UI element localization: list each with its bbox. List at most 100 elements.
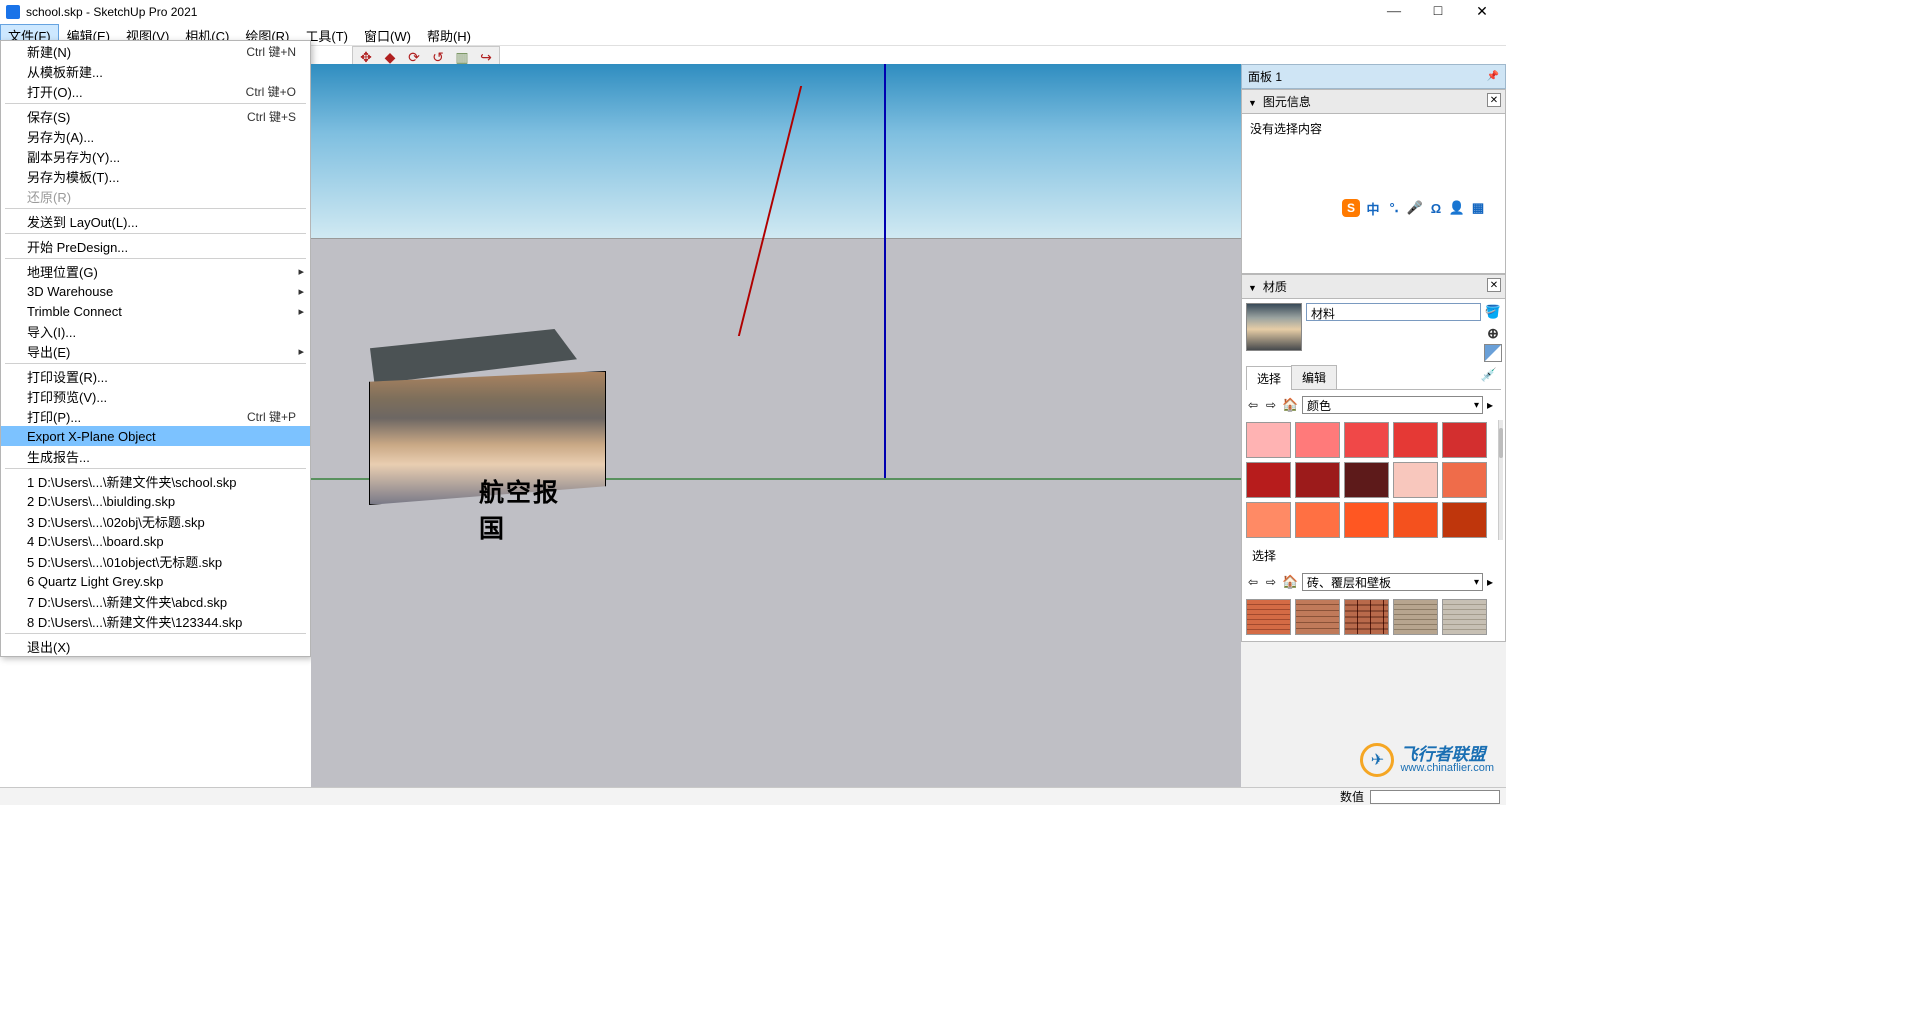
minimize-button[interactable]: — [1372, 0, 1416, 24]
menu-帮助(H)[interactable]: 帮助(H) [419, 24, 479, 45]
color-swatch[interactable] [1393, 422, 1438, 458]
ime-user-icon[interactable]: 👤 [1449, 200, 1465, 216]
menu-item-label: 1 D:\Users\...\新建文件夹\school.skp [27, 472, 237, 491]
menu-item[interactable]: 打印(P)...Ctrl 键+P [1, 406, 310, 426]
nav2-forward-icon[interactable]: ⇨ [1264, 575, 1278, 589]
menu-item-label: 另存为(A)... [27, 127, 94, 146]
tab-edit[interactable]: 编辑 [1291, 365, 1337, 389]
menu-item[interactable]: 开始 PreDesign... [1, 236, 310, 256]
menu-item[interactable]: 打印设置(R)... [1, 366, 310, 386]
app-logo-icon [6, 5, 20, 19]
menu-item[interactable]: 3D Warehouse [1, 281, 310, 301]
menu-item[interactable]: 保存(S)Ctrl 键+S [1, 106, 310, 126]
swatch-scrollbar[interactable] [1498, 420, 1503, 540]
library2-menu-icon[interactable]: ▸ [1487, 575, 1501, 589]
menu-item[interactable]: 导出(E) [1, 341, 310, 361]
model-viewport[interactable]: 航空报国 [311, 64, 1241, 787]
menu-item[interactable]: 3 D:\Users\...\02obj\无标题.skp [1, 511, 310, 531]
menu-item[interactable]: 退出(X) [1, 636, 310, 656]
menu-item[interactable]: 地理位置(G) [1, 261, 310, 281]
menu-item[interactable]: 发送到 LayOut(L)... [1, 211, 310, 231]
brick-swatch[interactable] [1344, 599, 1389, 635]
menu-item[interactable]: 从模板新建... [1, 61, 310, 81]
menu-item: 还原(R) [1, 186, 310, 206]
ime-omega-icon[interactable]: Ω [1428, 200, 1444, 216]
menu-item[interactable]: 导入(I)... [1, 321, 310, 341]
color-swatch[interactable] [1295, 502, 1340, 538]
color-swatch[interactable] [1295, 462, 1340, 498]
color-swatch[interactable] [1442, 422, 1487, 458]
menu-item-label: 生成报告... [27, 447, 90, 466]
paint-bucket-icon[interactable]: 🪣 [1485, 304, 1501, 320]
tray-title-bar[interactable]: 面板 1 📌 [1241, 64, 1506, 89]
menu-item-label: 还原(R) [27, 187, 71, 206]
eyedropper-icon[interactable]: 💉 [1477, 365, 1501, 389]
menu-separator [5, 208, 306, 209]
menu-item[interactable]: 7 D:\Users\...\新建文件夹\abcd.skp [1, 591, 310, 611]
materials-header[interactable]: 材质 ✕ [1241, 274, 1506, 299]
pin-icon[interactable]: 📌 [1487, 71, 1499, 82]
menu-item[interactable]: 8 D:\Users\...\新建文件夹\123344.skp [1, 611, 310, 631]
ime-punct-icon[interactable]: °ꓸ [1386, 200, 1402, 216]
nav-home-icon[interactable]: 🏠 [1282, 397, 1298, 413]
menu-item[interactable]: Trimble Connect [1, 301, 310, 321]
material-thumbnail[interactable] [1246, 303, 1302, 351]
material-name-input[interactable]: 材料 [1306, 303, 1481, 321]
blue-axis [884, 64, 886, 478]
color-swatch[interactable] [1393, 462, 1438, 498]
ime-toolbar[interactable]: S 中 °ꓸ 🎤 Ω 👤 ▦ [1342, 199, 1486, 217]
color-swatch[interactable] [1246, 462, 1291, 498]
brick-swatch[interactable] [1295, 599, 1340, 635]
menu-item[interactable]: Export X-Plane Object [1, 426, 310, 446]
create-material-icon[interactable]: ⊕ [1485, 325, 1501, 341]
close-button[interactable]: ✕ [1460, 0, 1504, 24]
color-swatch[interactable] [1344, 462, 1389, 498]
entity-info-close[interactable]: ✕ [1487, 93, 1501, 107]
entity-info-header[interactable]: 图元信息 ✕ [1241, 89, 1506, 114]
window-controls: — □ ✕ [1372, 0, 1504, 24]
nav2-home-icon[interactable]: 🏠 [1282, 574, 1298, 590]
menu-item[interactable]: 另存为模板(T)... [1, 166, 310, 186]
color-swatch[interactable] [1442, 502, 1487, 538]
menu-item[interactable]: 2 D:\Users\...\biulding.skp [1, 491, 310, 511]
ime-mic-icon[interactable]: 🎤 [1407, 200, 1423, 216]
materials-close[interactable]: ✕ [1487, 278, 1501, 292]
menu-item[interactable]: 副本另存为(Y)... [1, 146, 310, 166]
ime-grid-icon[interactable]: ▦ [1470, 200, 1486, 216]
nav-forward-icon[interactable]: ⇨ [1264, 398, 1278, 412]
menu-窗口(W)[interactable]: 窗口(W) [356, 24, 419, 45]
default-material-icon[interactable] [1485, 345, 1501, 361]
color-swatch[interactable] [1442, 462, 1487, 498]
maximize-button[interactable]: □ [1416, 0, 1460, 24]
menu-item-label: 5 D:\Users\...\01object\无标题.skp [27, 552, 222, 571]
color-swatch[interactable] [1295, 422, 1340, 458]
status-value-input[interactable] [1370, 790, 1500, 804]
color-swatch[interactable] [1393, 502, 1438, 538]
menu-item[interactable]: 5 D:\Users\...\01object\无标题.skp [1, 551, 310, 571]
library-menu-icon[interactable]: ▸ [1487, 398, 1501, 412]
ime-lang-label[interactable]: 中 [1365, 200, 1381, 216]
menu-item[interactable]: 1 D:\Users\...\新建文件夹\school.skp [1, 471, 310, 491]
menu-separator [5, 233, 306, 234]
menu-item[interactable]: 打印预览(V)... [1, 386, 310, 406]
nav-back-icon[interactable]: ⇦ [1246, 398, 1260, 412]
secondary-category-select[interactable]: 砖、覆层和壁板 [1302, 573, 1483, 591]
menu-item[interactable]: 6 Quartz Light Grey.skp [1, 571, 310, 591]
brick-swatch[interactable] [1442, 599, 1487, 635]
menu-item[interactable]: 4 D:\Users\...\board.skp [1, 531, 310, 551]
brick-swatch[interactable] [1246, 599, 1291, 635]
model-cube[interactable]: 航空报国 [337, 329, 579, 479]
brick-swatch[interactable] [1393, 599, 1438, 635]
menu-item[interactable]: 新建(N)Ctrl 键+N [1, 41, 310, 61]
menu-item[interactable]: 打开(O)...Ctrl 键+O [1, 81, 310, 101]
menu-item[interactable]: 另存为(A)... [1, 126, 310, 146]
title-bar: school.skp - SketchUp Pro 2021 — □ ✕ [0, 0, 1506, 24]
color-swatch[interactable] [1344, 422, 1389, 458]
menu-item[interactable]: 生成报告... [1, 446, 310, 466]
color-swatch[interactable] [1246, 422, 1291, 458]
tab-select[interactable]: 选择 [1246, 366, 1292, 390]
color-swatch[interactable] [1246, 502, 1291, 538]
nav2-back-icon[interactable]: ⇦ [1246, 575, 1260, 589]
color-swatch[interactable] [1344, 502, 1389, 538]
material-category-select[interactable]: 颜色 [1302, 396, 1483, 414]
